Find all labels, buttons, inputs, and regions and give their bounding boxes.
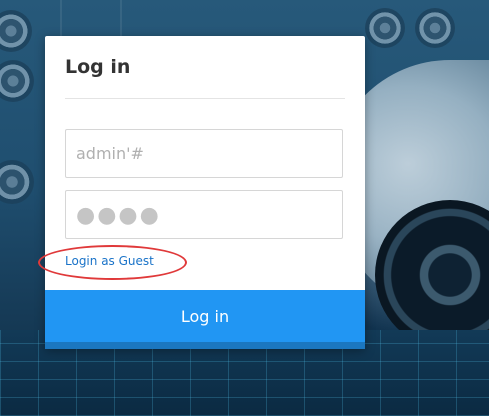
- password-input[interactable]: ●●●●: [65, 190, 343, 239]
- login-button[interactable]: Log in: [45, 290, 365, 342]
- login-as-guest-link[interactable]: Login as Guest: [65, 254, 154, 268]
- wheel-rim-image: [415, 8, 455, 48]
- divider: [65, 98, 345, 99]
- wheel-rim-image: [0, 160, 34, 204]
- username-input[interactable]: [65, 129, 343, 178]
- button-shadow: [45, 342, 365, 349]
- wheel-rim-image: [365, 8, 405, 48]
- page-title: Log in: [65, 56, 131, 78]
- login-card: Log in ●●●● Login as Guest Log in: [38, 36, 365, 349]
